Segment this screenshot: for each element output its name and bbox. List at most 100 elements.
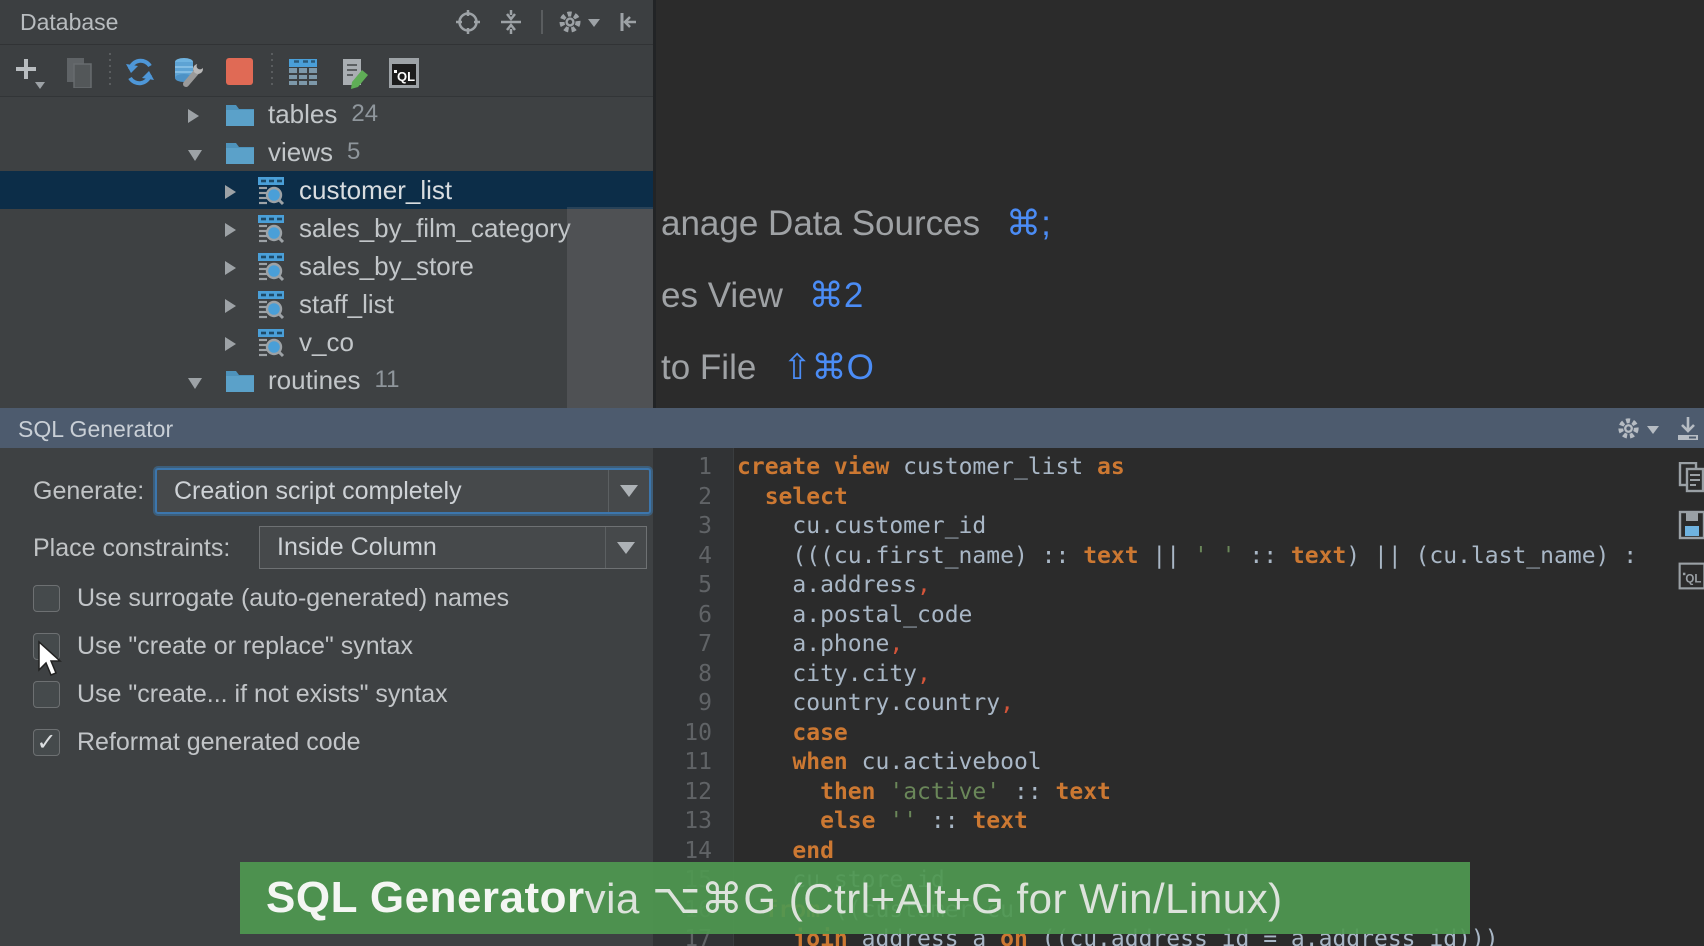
chevron-collapsed-icon[interactable]	[225, 213, 247, 244]
menu-item[interactable]: es View ⌘2	[661, 276, 863, 316]
line-number: 9	[653, 688, 712, 718]
code-text: (((cu.first_name) :: text || ' ' :: text…	[737, 541, 1637, 571]
folder-icon	[224, 139, 256, 166]
code-text: when cu.activebool	[737, 747, 1042, 777]
checkbox-unchecked[interactable]	[33, 681, 60, 708]
code-line-9: 9 country.country,	[653, 688, 1704, 718]
chevron-down-icon[interactable]	[588, 19, 600, 27]
code-line-5: 5 a.address,	[653, 570, 1704, 600]
code-line-13: 13 else '' :: text	[653, 806, 1704, 836]
chevron-expanded-icon[interactable]	[188, 137, 210, 168]
code-line-4: 4 (((cu.first_name) :: text || ' ' :: te…	[653, 541, 1704, 571]
dimmed-background: anage Data Sources⌘; es View ⌘2 to File ⇧⌘O	[653, 0, 1704, 408]
table-icon[interactable]	[287, 56, 317, 86]
duplicate-icon[interactable]	[63, 56, 93, 86]
tree-item-sales_by_film_category[interactable]: sales_by_film_category	[0, 209, 653, 247]
stop-icon[interactable]	[226, 58, 253, 85]
sql-generator-title: SQL Generator	[18, 416, 173, 443]
view-icon	[255, 174, 287, 206]
collapse-all-icon[interactable]	[497, 8, 525, 36]
line-number: 1	[653, 452, 712, 482]
tree-item-label: customer_list	[299, 175, 452, 206]
mouse-cursor	[36, 640, 66, 680]
tree-item-customer_list[interactable]: customer_list	[0, 171, 653, 209]
code-text: case	[737, 718, 848, 748]
checkbox-row: ✓Reformat generated code	[33, 728, 361, 757]
tree-item-v_co[interactable]: v_co	[0, 323, 653, 361]
line-number: 8	[653, 659, 712, 689]
tree-item-label: tables	[268, 99, 337, 130]
chevron-collapsed-icon[interactable]	[225, 289, 247, 320]
tree-item-tables[interactable]: tables 24	[0, 96, 653, 133]
tree-item-label: sales_by_film_category	[299, 213, 571, 244]
code-line-8: 8 city.city,	[653, 659, 1704, 689]
line-number: 11	[653, 747, 712, 777]
code-line-11: 11 when cu.activebool	[653, 747, 1704, 777]
tree-item-label: routines	[268, 365, 361, 396]
menu-item-label: es View	[661, 276, 783, 315]
place-constraints-dropdown[interactable]: Inside Column	[259, 526, 647, 569]
menu-item[interactable]: to File ⇧⌘O	[661, 348, 874, 388]
tree-item-label: v_co	[299, 327, 354, 358]
sql-console-icon[interactable]: QL	[1678, 562, 1704, 592]
shortcut-banner: SQL Generator via ⌥⌘G (Ctrl+Alt+G for Wi…	[240, 862, 1470, 934]
tree-item-routines[interactable]: routines 11	[0, 361, 653, 399]
chevron-down-icon[interactable]	[1647, 426, 1659, 434]
svg-text:QL: QL	[397, 69, 415, 84]
dim-overlay-strip	[567, 207, 653, 408]
menu-item-shortcut: ⇧⌘O	[782, 348, 874, 387]
add-icon[interactable]	[13, 56, 43, 86]
view-icon	[255, 212, 287, 244]
chevron-expanded-icon[interactable]	[188, 365, 210, 396]
generate-dropdown-value: Creation script completely	[157, 477, 608, 506]
checkbox-label: Use "create... if not exists" syntax	[77, 680, 448, 709]
code-text: a.address,	[737, 570, 931, 600]
svg-text:QL: QL	[1685, 574, 1701, 586]
code-text: a.postal_code	[737, 600, 972, 630]
code-line-1: 1create view customer_list as	[653, 452, 1704, 482]
locate-icon[interactable]	[454, 8, 482, 36]
code-line-14: 14 end	[653, 836, 1704, 866]
chevron-collapsed-icon[interactable]	[225, 251, 247, 282]
sql-console-icon[interactable]: QL	[387, 56, 417, 86]
generate-dropdown[interactable]: Creation script completely	[155, 468, 651, 514]
tree-item-count: 11	[375, 366, 400, 394]
chevron-collapsed-icon[interactable]	[188, 99, 210, 130]
database-panel-header: Database	[0, 0, 653, 45]
settings-gear-icon[interactable]	[1615, 415, 1643, 443]
checkbox-row: Use "create... if not exists" syntax	[33, 680, 448, 709]
hide-panel-icon[interactable]	[614, 8, 642, 36]
copy-icon[interactable]	[1678, 462, 1704, 492]
tree-item-count: 24	[351, 100, 378, 128]
line-number: 13	[653, 806, 712, 836]
save-icon[interactable]	[1678, 510, 1704, 540]
tree-item-count: 5	[347, 138, 360, 166]
dropdown-arrow-zone[interactable]	[605, 527, 646, 568]
header-separator	[541, 10, 543, 34]
line-number: 6	[653, 600, 712, 630]
generate-script-icon[interactable]	[337, 56, 367, 86]
menu-item-shortcut: ⌘2	[809, 276, 863, 315]
view-icon	[255, 250, 287, 282]
checkbox-row: Use "create or replace" syntax	[33, 632, 413, 661]
tree-item-sales_by_store[interactable]: sales_by_store	[0, 247, 653, 285]
checkbox-unchecked[interactable]	[33, 585, 60, 612]
tree-item-views[interactable]: views5	[0, 133, 653, 171]
tree-item-staff_list[interactable]: staff_list	[0, 285, 653, 323]
dropdown-arrow-zone[interactable]	[608, 470, 649, 512]
line-number: 5	[653, 570, 712, 600]
menu-item-label: to File	[661, 348, 756, 387]
tree-item-label: staff_list	[299, 289, 394, 320]
menu-item[interactable]: anage Data Sources⌘;	[661, 204, 1051, 244]
checkbox-checked[interactable]: ✓	[33, 729, 60, 756]
chevron-collapsed-icon[interactable]	[225, 327, 247, 358]
export-icon[interactable]	[1674, 414, 1702, 442]
data-source-properties-icon[interactable]	[170, 56, 200, 86]
chevron-collapsed-icon[interactable]	[225, 175, 247, 206]
code-text: country.country,	[737, 688, 1014, 718]
generate-label: Generate:	[33, 477, 144, 506]
code-line-3: 3 cu.customer_id	[653, 511, 1704, 541]
refresh-icon[interactable]	[124, 56, 154, 86]
toolbar-separator	[271, 53, 273, 89]
settings-gear-icon[interactable]	[556, 8, 584, 36]
